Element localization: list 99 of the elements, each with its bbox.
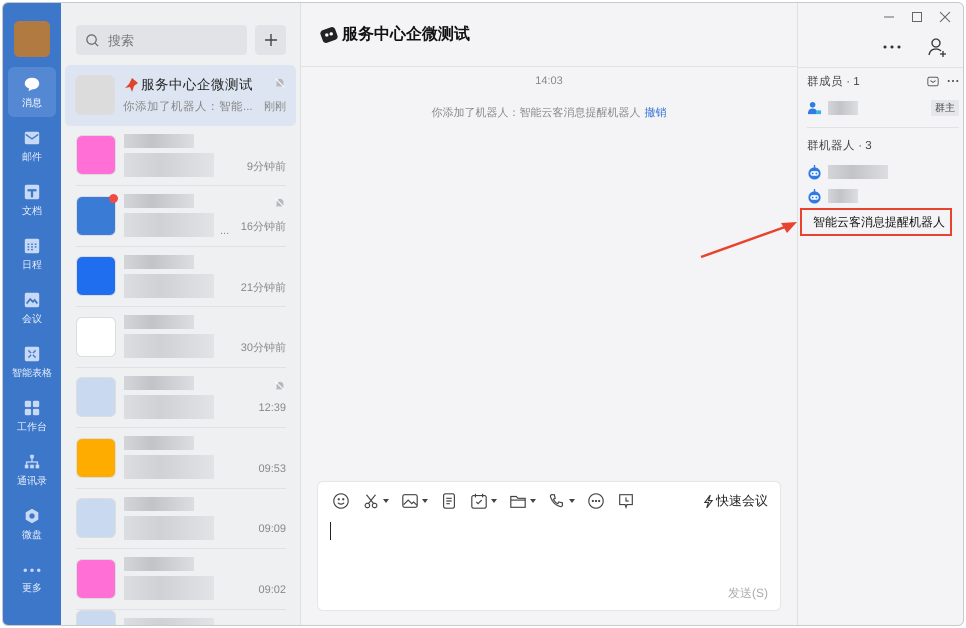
message-time: 12:39	[258, 402, 286, 414]
blurred-name	[124, 496, 194, 511]
conversation-item[interactable]: 30分钟前	[76, 307, 286, 368]
message-time: 09:09	[258, 523, 286, 536]
nav-item[interactable]: 会议	[8, 283, 56, 333]
blurred-name	[828, 165, 888, 179]
blurred-name	[828, 101, 858, 115]
robot-icon	[807, 164, 822, 180]
avatar-placeholder	[76, 256, 116, 296]
nav-item[interactable]: 文档	[8, 175, 56, 225]
caret-icon	[383, 499, 389, 503]
toolbar-button[interactable]	[585, 490, 607, 512]
maximize-icon	[911, 11, 923, 23]
toolbar-button[interactable]	[330, 490, 352, 512]
mail-icon[interactable]	[927, 76, 939, 86]
scissors-icon	[362, 492, 380, 510]
more-icon	[883, 45, 901, 49]
org-chart-icon	[23, 452, 41, 470]
blurred-name	[124, 557, 194, 572]
quick-meeting-button[interactable]: 快速会议	[703, 492, 768, 510]
members-heading: 群成员 · 1	[807, 74, 860, 88]
nav-item[interactable]: 日程	[8, 229, 56, 279]
checkbox-calendar-icon	[470, 492, 488, 510]
blurred-name	[124, 376, 194, 390]
robot-name: 智能云客消息提醒机器人	[813, 214, 945, 230]
avatar-placeholder	[76, 316, 116, 357]
text-cursor	[330, 522, 331, 540]
nav-item[interactable]: 工作台	[8, 391, 56, 441]
smiley-icon	[332, 492, 350, 510]
blurred-name	[828, 189, 858, 203]
message-preview: 你添加了机器人：智能...	[123, 100, 254, 114]
document-icon	[23, 182, 41, 200]
caret-icon	[422, 499, 428, 503]
conversation-title: 服务中心企微测试	[141, 76, 253, 94]
avatar-placeholder	[76, 438, 116, 478]
add-button[interactable]	[255, 25, 286, 55]
add-person-icon	[927, 36, 949, 58]
avatar-placeholder	[76, 377, 116, 418]
search-icon	[85, 33, 100, 48]
search-field[interactable]: 搜索	[76, 25, 247, 55]
conversation-item[interactable]: 9分钟前	[76, 126, 286, 186]
message-time: 21分钟前	[240, 280, 286, 295]
message-time: 09:02	[258, 584, 286, 596]
nav-item[interactable]: 通讯录	[8, 445, 56, 495]
blurred-name	[124, 315, 194, 330]
conversation-item[interactable]: 服务中心企微测试 你添加了机器人：智能... 刚刚	[65, 65, 296, 126]
close-icon	[939, 11, 951, 23]
conversation-item[interactable]: 09:09	[76, 488, 286, 549]
conversation-item[interactable]: ... 16分钟前	[76, 186, 286, 246]
preview-ellipsis: ...	[220, 225, 230, 238]
message-time: 16分钟前	[240, 220, 286, 234]
blurred-name	[124, 254, 194, 269]
lightning-icon	[703, 494, 714, 508]
send-button[interactable]: 发送(S)	[728, 585, 768, 602]
calendar-icon	[23, 236, 41, 254]
message-time: 9分钟前	[246, 160, 286, 174]
caret-icon	[569, 499, 575, 503]
avatar-placeholder	[76, 498, 116, 538]
hexagon-icon	[23, 506, 41, 524]
sheet-icon	[23, 344, 41, 362]
speech-clock-icon	[617, 492, 635, 510]
message-time: 刚刚	[264, 100, 286, 114]
more-icon[interactable]	[947, 79, 959, 83]
caret-icon	[530, 499, 536, 503]
robots-heading: 群机器人 · 3	[807, 138, 872, 152]
nav-item[interactable]: 消息	[8, 67, 56, 117]
conversation-item[interactable]: 12:39	[76, 368, 286, 428]
blurred-name	[124, 436, 194, 450]
chat-bubble-icon	[23, 74, 41, 92]
conversation-item[interactable]: 09:02	[76, 549, 286, 610]
phone-icon	[548, 492, 566, 510]
nav-item[interactable]: 更多	[8, 553, 56, 603]
blurred-name	[124, 134, 194, 148]
undo-link[interactable]: 撤销	[644, 105, 666, 120]
more-icon	[23, 568, 41, 572]
nav-item[interactable]: 智能表格	[8, 337, 56, 387]
robot-icon	[807, 188, 822, 204]
nav-item[interactable]: 邮件	[8, 121, 56, 171]
conversation-item[interactable]: 21分钟前	[76, 246, 286, 307]
note-icon	[440, 492, 458, 510]
caret-icon	[491, 499, 497, 503]
chat-title: 服务中心企微测试	[342, 24, 470, 45]
owner-tag: 群主	[931, 100, 959, 116]
nav-item[interactable]: 微盘	[8, 499, 56, 549]
avatar-placeholder	[76, 135, 116, 176]
message-time: 30分钟前	[240, 341, 286, 356]
system-message: 你添加了机器人：智能云客消息提醒机器人	[432, 106, 640, 120]
person-computer-icon	[807, 100, 822, 116]
blurred-name	[124, 194, 194, 208]
conversation-item[interactable]: 09:53	[76, 428, 286, 488]
mail-icon	[23, 128, 41, 146]
grid-icon	[23, 398, 41, 416]
message-timestamp: 14:03	[535, 75, 563, 87]
image-icon	[401, 492, 419, 510]
avatar-placeholder	[76, 558, 116, 599]
ellipsis-circle-icon	[587, 492, 605, 510]
plus-icon	[262, 32, 278, 48]
mountain-icon	[23, 290, 41, 308]
message-time: 09:53	[258, 462, 286, 475]
